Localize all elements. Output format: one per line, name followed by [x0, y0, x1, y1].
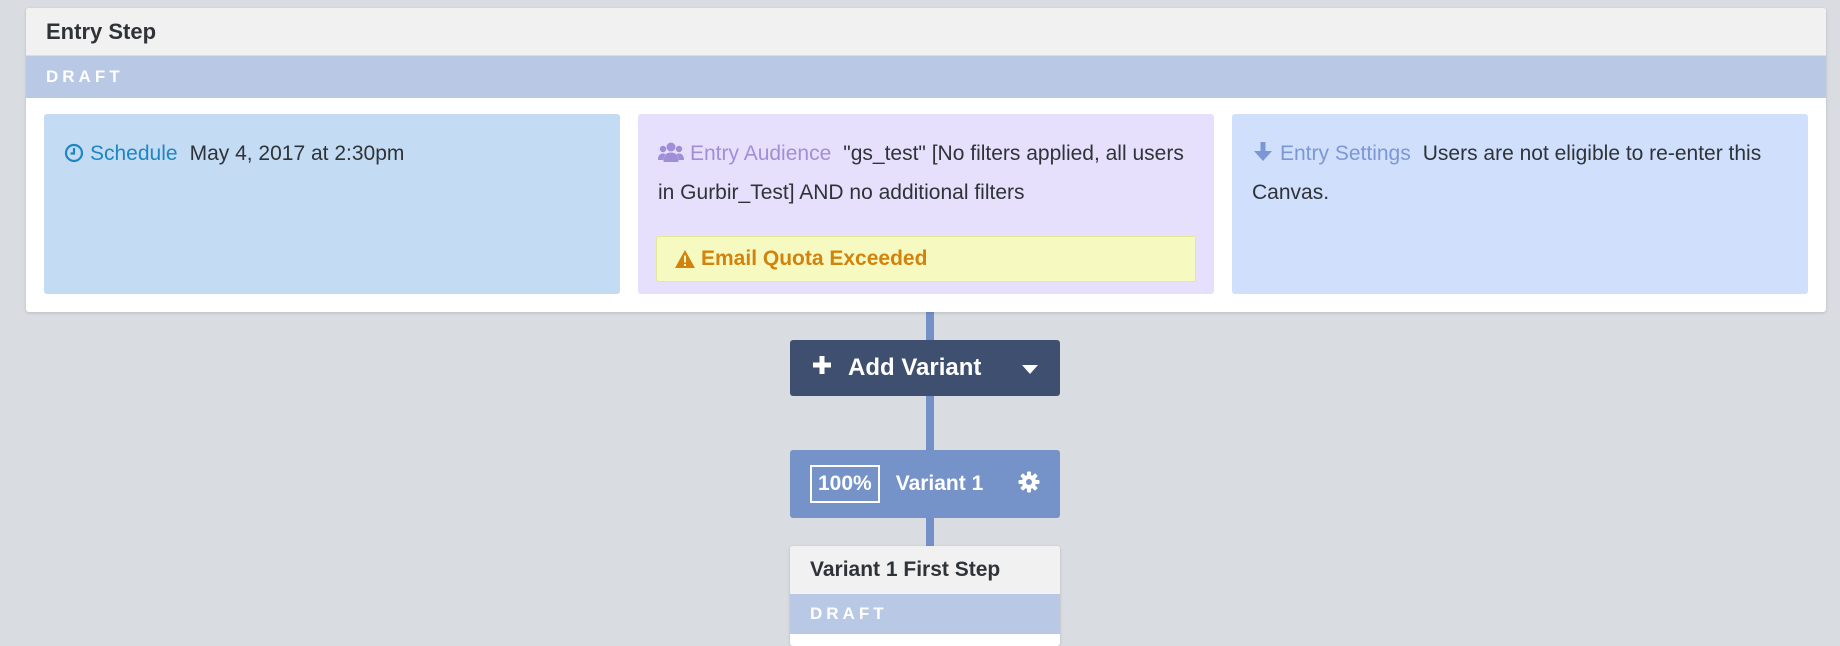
add-variant-button[interactable]: Add Variant: [790, 340, 1060, 396]
entry-step-card[interactable]: Entry Step DRAFT Schedule May 4, 2017 at …: [26, 8, 1826, 312]
variant-name: Variant 1: [895, 472, 984, 495]
gear-icon[interactable]: [1018, 471, 1040, 498]
variant-first-step-card[interactable]: Variant 1 First Step DRAFT: [790, 546, 1060, 646]
variant-header[interactable]: 100% Variant 1: [790, 450, 1060, 518]
connector-line: [926, 517, 934, 547]
draft-status-band: DRAFT: [790, 594, 1060, 634]
chevron-down-icon[interactable]: [1022, 354, 1038, 382]
connector-line: [926, 310, 934, 342]
entry-step-title: Entry Step: [26, 8, 1826, 56]
plus-icon: [812, 354, 832, 382]
entry-audience-label: Entry Audience: [690, 142, 832, 165]
connector-line: [926, 396, 934, 452]
schedule-panel[interactable]: Schedule May 4, 2017 at 2:30pm: [44, 114, 620, 294]
entry-settings-panel[interactable]: Entry Settings Users are not eligible to …: [1232, 114, 1808, 294]
entry-audience-panel[interactable]: Entry Audience "gs_test" [No filters appl…: [638, 114, 1214, 294]
users-icon: [658, 139, 684, 175]
add-variant-label: Add Variant: [848, 354, 982, 381]
variant-percent-badge[interactable]: 100%: [810, 465, 880, 503]
draft-status-band: DRAFT: [26, 56, 1826, 98]
clock-icon: [64, 139, 84, 175]
entry-settings-label: Entry Settings: [1280, 142, 1411, 165]
email-quota-warning: Email Quota Exceeded: [656, 236, 1196, 282]
step-title: Variant 1 First Step: [790, 546, 1060, 594]
arrow-down-icon: [1252, 139, 1274, 175]
warning-icon: [675, 250, 695, 268]
warning-text: Email Quota Exceeded: [701, 247, 928, 270]
schedule-value: May 4, 2017 at 2:30pm: [189, 142, 405, 165]
schedule-label: Schedule: [90, 142, 178, 165]
